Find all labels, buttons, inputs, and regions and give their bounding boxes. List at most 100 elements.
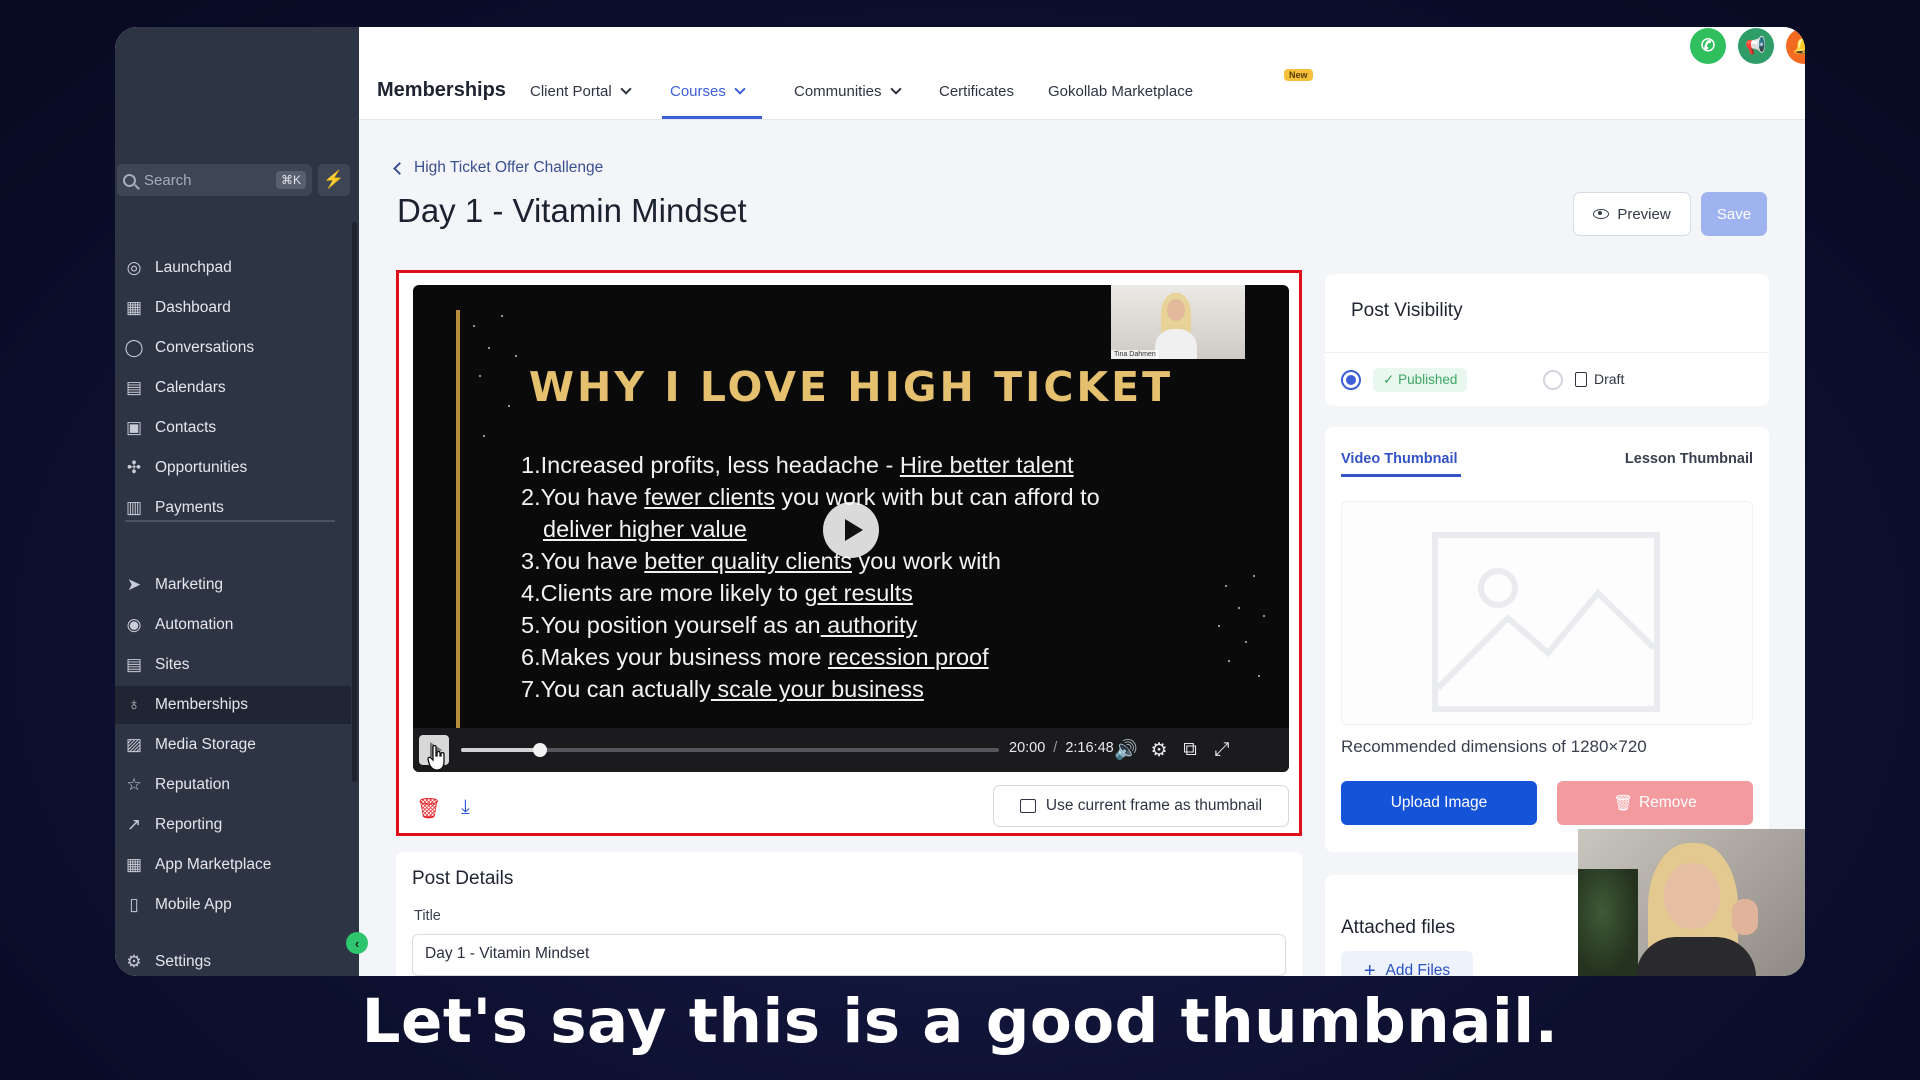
search-input[interactable]: Search ⌘K: [117, 164, 312, 196]
presenter-webcam-inset: Tina Dahmen: [1111, 285, 1245, 359]
mountain-shape: [1438, 588, 1654, 691]
divider: [1325, 352, 1769, 353]
download-icon[interactable]: ⤓: [461, 796, 483, 818]
sidebar-item-sites[interactable]: ▤ Sites: [115, 646, 351, 684]
top-nav: Memberships Client Portal Courses Commun…: [359, 27, 1805, 120]
remove-button[interactable]: 🗑 Remove: [1557, 781, 1753, 825]
sidebar-item-label: Settings: [155, 953, 212, 970]
contacts-icon: ▣: [125, 418, 143, 437]
tab-label: Client Portal: [530, 83, 612, 100]
sidebar-item-label: App Marketplace: [155, 856, 272, 873]
video-player[interactable]: Tina Dahmen WHY I LOVE HIGH TICKET 1.Inc…: [413, 285, 1289, 772]
tab-marketplace[interactable]: Gokollab Marketplace: [1048, 83, 1193, 100]
tab-communities[interactable]: Communities: [794, 83, 902, 100]
bell-icon[interactable]: 🔔: [1786, 28, 1805, 64]
chevron-down-icon: [734, 83, 746, 95]
use-frame-as-thumbnail-button[interactable]: Use current frame as thumbnail: [993, 785, 1289, 827]
fullscreen-icon[interactable]: ⤢: [1209, 737, 1235, 763]
sidebar-item-automation[interactable]: ◉ Automation: [115, 606, 351, 644]
decorative-dot: [501, 315, 503, 317]
upload-image-button[interactable]: Upload Image: [1341, 781, 1537, 825]
sidebar-item-conversations[interactable]: ◯ Conversations: [115, 329, 351, 367]
automation-icon: ◉: [126, 615, 142, 634]
phone-call-icon[interactable]: ✆: [1690, 28, 1726, 64]
decorative-dot: [1228, 660, 1230, 662]
sidebar-scrollbar[interactable]: [352, 222, 357, 782]
section-title: Memberships: [377, 79, 506, 101]
add-files-button[interactable]: + Add Files: [1341, 951, 1473, 976]
seek-progress: [461, 748, 540, 752]
sidebar-item-label: Dashboard: [155, 299, 231, 316]
volume-icon[interactable]: 🔊: [1113, 737, 1139, 763]
tab-courses[interactable]: Courses: [670, 83, 746, 100]
tab-client-portal[interactable]: Client Portal: [530, 83, 632, 100]
active-tab-indicator: [662, 116, 762, 119]
sidebar-item-label: Opportunities: [155, 459, 248, 476]
post-visibility-heading: Post Visibility: [1351, 300, 1463, 321]
sidebar-item-app-marketplace[interactable]: ▦ App Marketplace: [115, 846, 351, 884]
play-overlay-button[interactable]: [823, 502, 879, 558]
document-icon: [1575, 371, 1587, 387]
sidebar-item-label: Contacts: [155, 419, 217, 436]
open-external-icon[interactable]: ⧉: [1177, 737, 1203, 763]
slide-list-item: 5.You position yourself as an authority: [521, 612, 918, 638]
plus-icon: +: [1363, 959, 1376, 977]
decorative-dot: [1218, 625, 1220, 627]
sites-icon: ▤: [125, 655, 143, 674]
tab-label: Certificates: [939, 83, 1015, 100]
seek-handle[interactable]: [532, 743, 547, 757]
settings-gear-icon[interactable]: ⚙: [1146, 737, 1172, 763]
draft-label: Draft: [1594, 371, 1625, 387]
decorative-dot: [1225, 585, 1227, 587]
sidebar-item-contacts[interactable]: ▣ Contacts: [115, 409, 351, 447]
trash-icon[interactable]: 🗑: [416, 796, 441, 820]
sidebar-item-label: Payments: [155, 499, 224, 516]
sidebar-item-media-storage[interactable]: ▨ Media Storage: [115, 726, 351, 764]
decorative-dot: [508, 405, 510, 407]
sidebar-item-opportunities[interactable]: ✣ Opportunities: [115, 449, 351, 487]
collapse-sidebar-button[interactable]: ‹: [346, 932, 368, 954]
save-button[interactable]: Save: [1701, 192, 1767, 236]
slide-title: WHY I LOVE HIGH TICKET: [528, 363, 1174, 411]
quick-action-bolt-icon[interactable]: ⚡: [318, 164, 350, 196]
megaphone-icon[interactable]: 📢: [1738, 28, 1774, 64]
published-radio[interactable]: [1341, 370, 1361, 390]
sidebar-item-label: Reputation: [155, 776, 230, 793]
tab-video-thumbnail[interactable]: Video Thumbnail: [1341, 451, 1458, 467]
chevron-down-icon: [889, 83, 902, 95]
active-tab-indicator: [1341, 474, 1461, 477]
tab-certificates[interactable]: Certificates: [939, 83, 1014, 100]
tab-lesson-thumbnail[interactable]: Lesson Thumbnail: [1625, 451, 1753, 467]
draft-radio[interactable]: [1543, 370, 1563, 390]
sidebar-item-settings[interactable]: ⚙ Settings: [115, 943, 351, 976]
sidebar-item-launchpad[interactable]: ◎ Launchpad: [115, 249, 351, 287]
sidebar-item-label: Marketing: [155, 576, 224, 593]
slide-list-item: 6.Makes your business more recession pro…: [521, 644, 989, 670]
sidebar-item-marketing[interactable]: ➤ Marketing: [115, 566, 351, 604]
seek-bar[interactable]: [461, 743, 999, 757]
sidebar-item-reputation[interactable]: ☆ Reputation: [115, 766, 351, 804]
sidebar-item-dashboard[interactable]: ▦ Dashboard: [115, 289, 351, 327]
draft-option: Draft: [1575, 371, 1624, 387]
decorative-dot: [1258, 675, 1260, 677]
use-frame-label: Use current frame as thumbnail: [1045, 797, 1263, 814]
image-placeholder-icon: [1432, 532, 1660, 712]
post-visibility-card: Post Visibility ✓ Published Draft: [1325, 274, 1769, 406]
image-icon: ▨: [125, 735, 143, 754]
published-label: Published: [1398, 372, 1458, 387]
sidebar-item-mobile-app[interactable]: ▯ Mobile App: [115, 886, 351, 924]
preview-button[interactable]: Preview: [1573, 192, 1691, 236]
sidebar-item-calendars[interactable]: ▤ Calendars: [115, 369, 351, 407]
breadcrumb-back-link[interactable]: High Ticket Offer Challenge: [393, 159, 603, 177]
sidebar-item-memberships[interactable]: ♁ Memberships: [115, 686, 351, 724]
title-input[interactable]: Day 1 - Vitamin Mindset: [412, 934, 1286, 976]
sidebar-item-label: Mobile App: [155, 896, 232, 913]
send-icon: ➤: [126, 575, 142, 594]
slide-list-item: 1.Increased profits, less headache - Hir…: [521, 452, 1074, 478]
decorative-dot: [473, 325, 475, 327]
decorative-dot: [1263, 615, 1265, 617]
sidebar-item-reporting[interactable]: ↗ Reporting: [115, 806, 351, 844]
sidebar-item-label: Launchpad: [155, 259, 232, 276]
post-details-card: Post Details Title Day 1 - Vitamin Minds…: [396, 852, 1302, 976]
sidebar-item-label: Conversations: [155, 339, 255, 356]
